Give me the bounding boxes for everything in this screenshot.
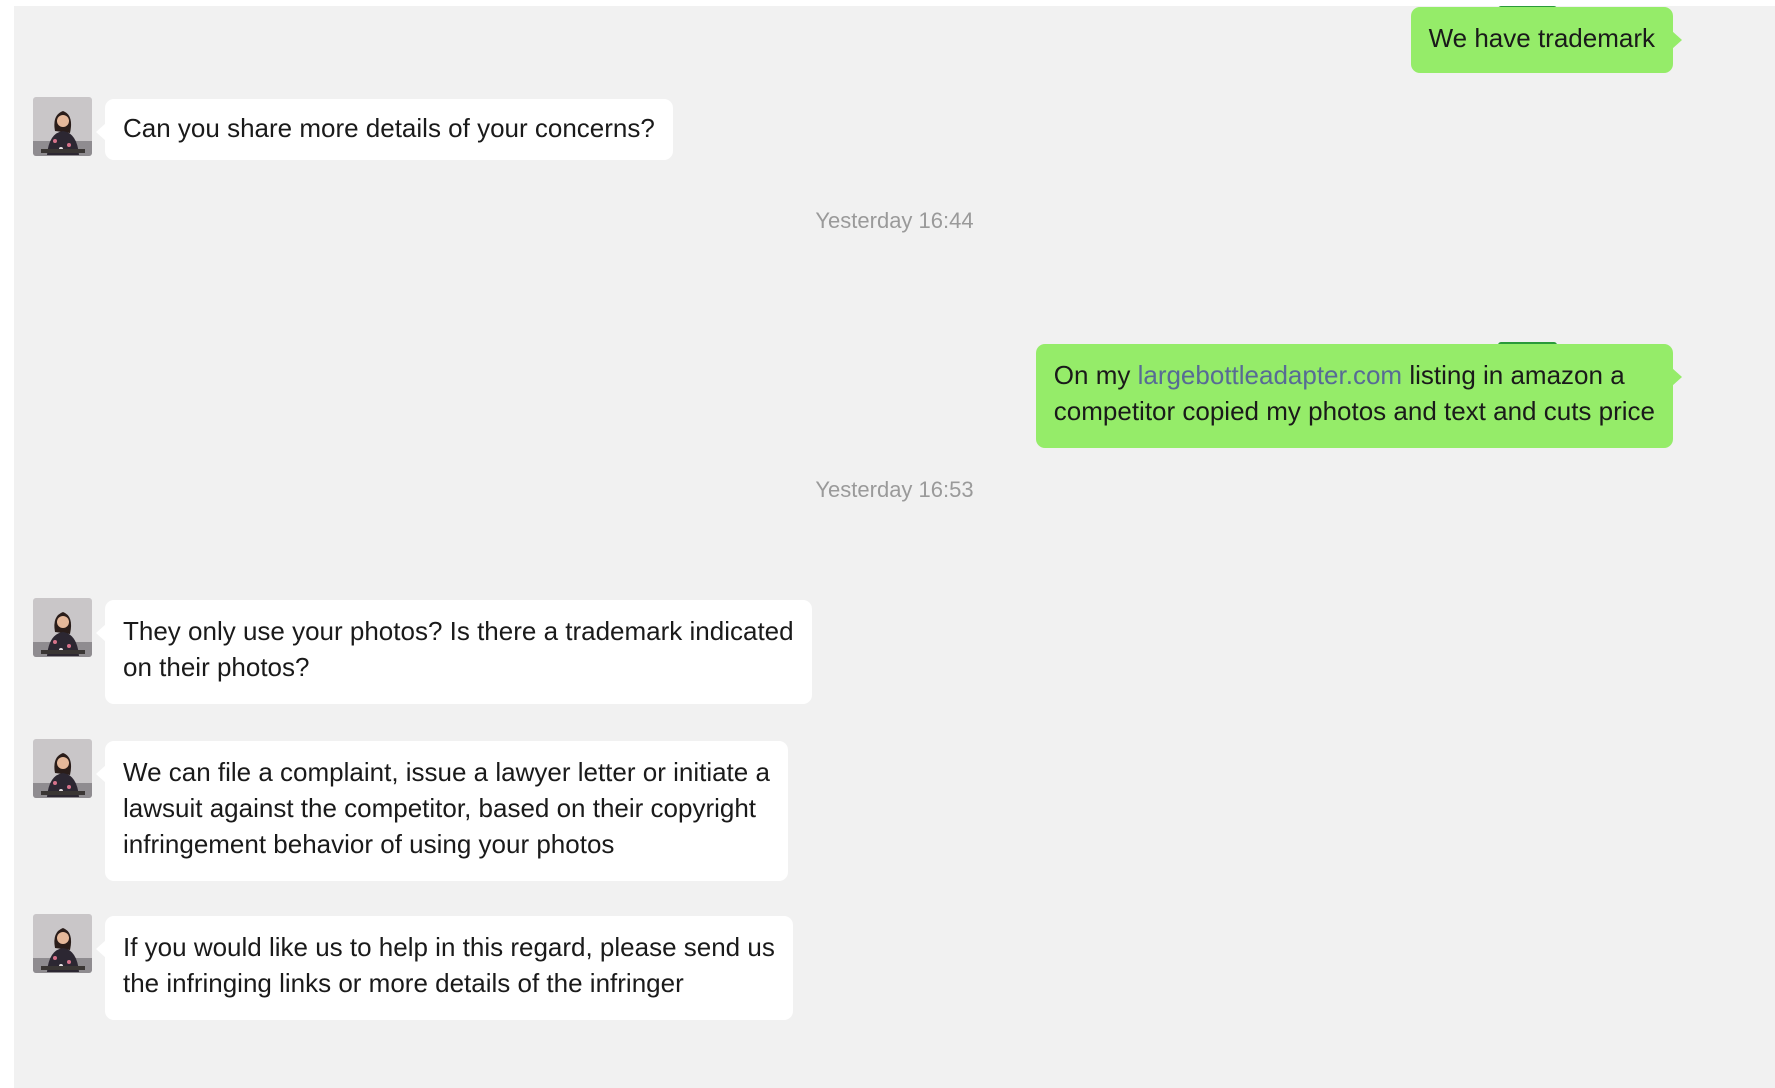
message-line-2: the infringing links or more details of … <box>123 968 684 998</box>
message-line-2: on their photos? <box>123 652 310 682</box>
contact-avatar-icon[interactable] <box>33 739 92 798</box>
message-incoming-1[interactable]: Can you share more details of your conce… <box>96 99 673 160</box>
message-incoming-3[interactable]: We can file a complaint, issue a lawyer … <box>96 741 788 881</box>
message-link[interactable]: largebottleadapter.com <box>1138 360 1403 390</box>
message-outgoing-2[interactable]: On my largebottleadapter.com listing in … <box>1035 344 1683 448</box>
contact-avatar-icon[interactable] <box>33 97 92 156</box>
message-line-1: They only use your photos? Is there a tr… <box>123 616 794 646</box>
message-text: We have trademark <box>1428 23 1655 53</box>
contact-avatar-icon[interactable] <box>33 598 92 657</box>
message-line-1: We can file a complaint, issue a lawyer … <box>123 757 770 787</box>
message-outgoing-1[interactable]: We have trademark <box>1410 7 1683 73</box>
contact-avatar-icon[interactable] <box>33 914 92 973</box>
message-incoming-2[interactable]: They only use your photos? Is there a tr… <box>96 600 812 704</box>
message-line-1: If you would like us to help in this reg… <box>123 932 775 962</box>
timestamp-divider: Yesterday 16:53 <box>815 477 974 502</box>
message-line-2: competitor copied my photos and text and… <box>1053 396 1655 426</box>
message-incoming-4[interactable]: If you would like us to help in this reg… <box>96 916 793 1020</box>
message-line-2: lawsuit against the competitor, based on… <box>123 793 757 823</box>
message-text: Can you share more details of your conce… <box>123 113 655 143</box>
message-line-1: On my largebottleadapter.com listing in … <box>1053 360 1625 390</box>
message-line-3: infringement behavior of using your phot… <box>123 829 615 859</box>
timestamp-divider: Yesterday 16:44 <box>815 208 974 233</box>
chat-message-area[interactable]: We have trademark Can you share more det… <box>14 6 1775 1088</box>
